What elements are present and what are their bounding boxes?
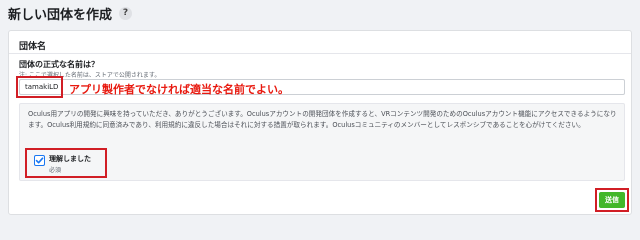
name-field-label: 団体の正式な名前は？ — [19, 60, 99, 69]
create-organization-card: 団体名 団体の正式な名前は？ 注: ここで選択した名前は、ストアで公開されます。… — [8, 30, 632, 215]
agreement-checkbox[interactable] — [34, 155, 45, 166]
checkmark-icon — [35, 157, 44, 164]
section-divider — [9, 53, 631, 54]
agreement-checkbox-highlight: 理解しました 必須 — [25, 148, 107, 178]
submit-button[interactable]: 送信 — [599, 192, 625, 208]
name-field-hint: 注: ここで選択した名前は、ストアで公開されます。 — [19, 72, 161, 79]
agreement-text: Oculus用アプリの開発に興味を持っていただき、ありがとうございます。Ocul… — [28, 110, 617, 129]
question-circle-icon[interactable]: ? — [119, 6, 133, 20]
page-header: 新しい団体を作成 ? — [0, 0, 640, 26]
agreement-box: Oculus用アプリの開発に興味を持っていただき、ありがとうございます。Ocul… — [19, 103, 625, 181]
page-title: 新しい団体を作成 — [8, 7, 113, 23]
annotation-note: アプリ製作者でなければ適当な名前でよい。 — [69, 83, 289, 96]
section-title: 団体名 — [19, 42, 47, 52]
agreement-checkbox-label[interactable]: 理解しました — [49, 154, 91, 164]
submit-button-highlight: 送信 — [595, 188, 629, 212]
required-note: 必須 — [49, 167, 62, 174]
